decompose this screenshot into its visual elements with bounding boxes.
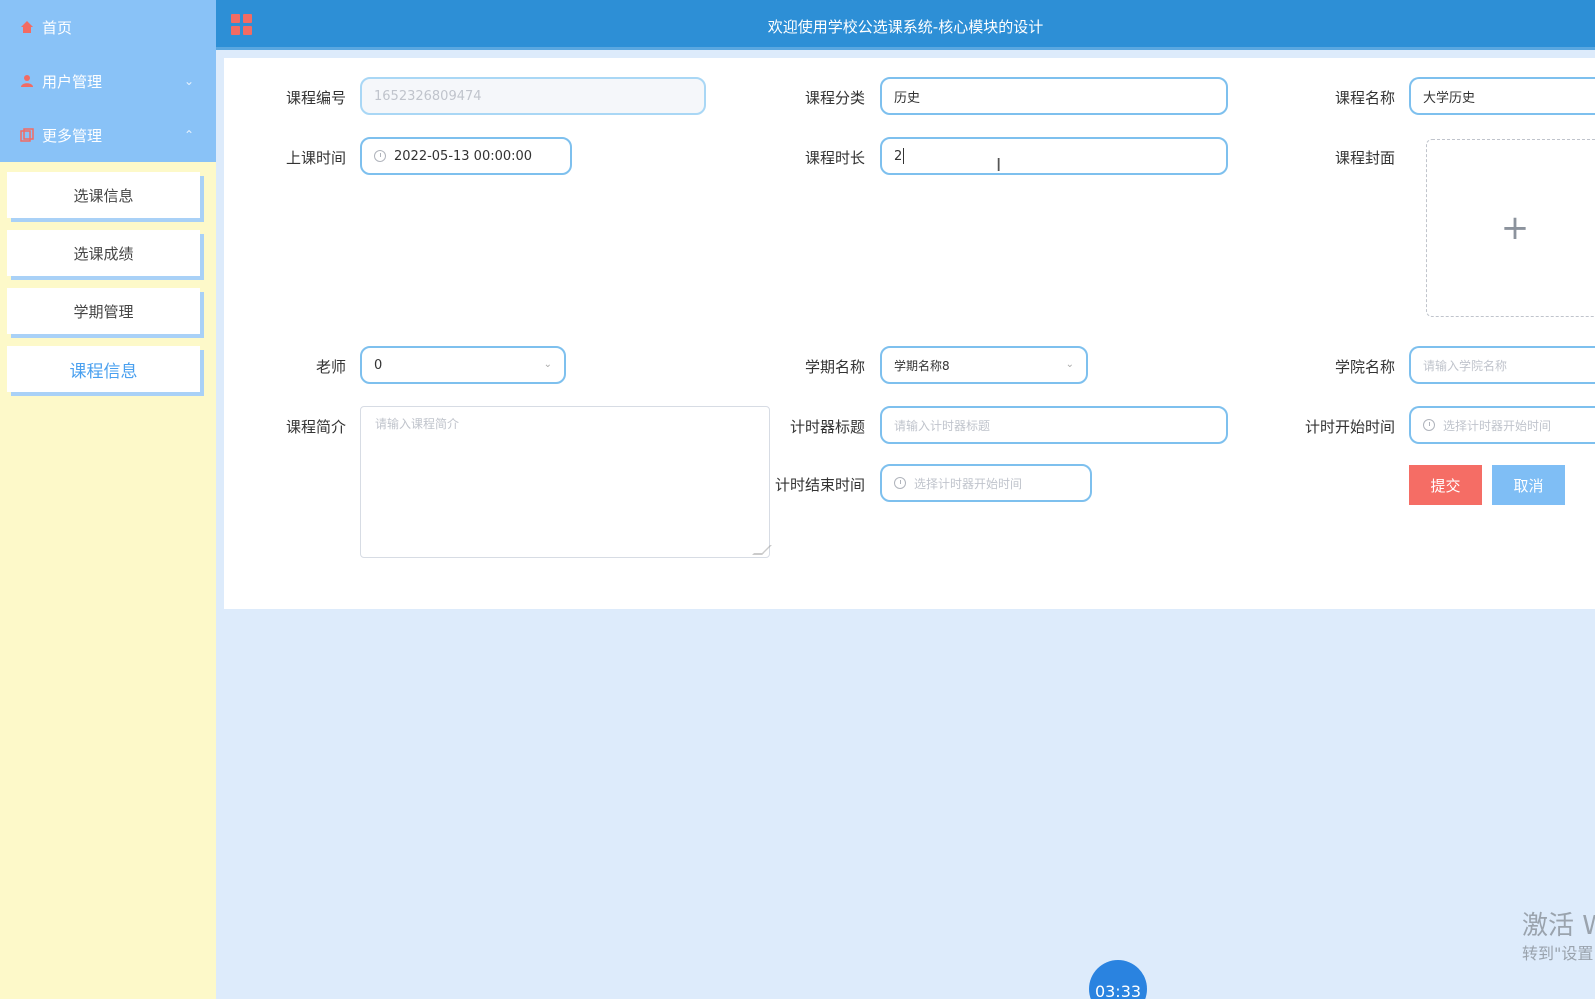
course-name-label: 课程名称: [1334, 89, 1395, 107]
teacher-select[interactable]: 0 ⌄: [360, 346, 566, 384]
submit-button[interactable]: 提交: [1409, 465, 1482, 505]
college-name-label: 学院名称: [1334, 358, 1395, 376]
course-cover-label: 课程封面: [1334, 149, 1395, 167]
semester-name-label: 学期名称: [804, 358, 865, 376]
college-name-field[interactable]: 请输入学院名称: [1409, 346, 1595, 384]
teacher-label: 老师: [315, 358, 346, 376]
windows-activation-watermark: 激活 W 转到"设置: [1522, 912, 1595, 962]
course-category-label: 课程分类: [804, 89, 865, 107]
timer-title-label: 计时器标题: [789, 418, 865, 436]
chevron-down-icon: ⌄: [1065, 359, 1074, 370]
course-no-label: 课程编号: [285, 89, 346, 107]
clock-icon: [894, 477, 906, 489]
timer-end-placeholder: 选择计时器开始时间: [914, 476, 1023, 491]
timer-start-placeholder: 选择计时器开始时间: [1443, 418, 1552, 433]
text-caret: [903, 148, 905, 164]
class-time-picker[interactable]: 2022-05-13 00:00:00: [360, 137, 572, 175]
course-category-value: 历史: [894, 90, 921, 106]
cancel-button[interactable]: 取消: [1492, 465, 1565, 505]
course-cover-upload[interactable]: +: [1426, 139, 1595, 317]
chevron-down-icon: ⌄: [183, 74, 194, 88]
class-time-label: 上课时间: [285, 149, 346, 167]
watermark-line-1: 激活 W: [1522, 911, 1595, 941]
sidebar: 首页 用户管理 ⌄ 更多管理 ⌃ 选课信息 选课成绩 学期管理 课程信息: [0, 0, 216, 999]
semester-name-value: 学期名称8: [894, 358, 950, 373]
course-intro-textarea[interactable]: 请输入课程简介: [360, 406, 772, 558]
more-icon: [20, 128, 34, 142]
plus-icon: +: [1500, 208, 1530, 248]
sidebar-item-home[interactable]: 首页: [0, 0, 216, 54]
submenu-item-course-info[interactable]: 课程信息: [7, 346, 200, 392]
clock-icon: [374, 150, 386, 162]
course-no-field: 1652326809474: [360, 77, 706, 115]
course-name-field[interactable]: 大学历史: [1409, 77, 1595, 115]
sidebar-menu: 首页 用户管理 ⌄ 更多管理 ⌃: [0, 0, 216, 162]
timer-start-label: 计时开始时间: [1304, 418, 1395, 436]
course-duration-label: 课程时长: [804, 149, 865, 167]
timer-title-placeholder: 请输入计时器标题: [894, 418, 991, 433]
sidebar-item-label: 用户管理: [42, 72, 103, 91]
chevron-up-icon: ⌃: [183, 128, 194, 142]
resize-handle-icon[interactable]: [752, 545, 772, 555]
submenu-item-course-grades[interactable]: 选课成绩: [7, 230, 200, 276]
submenu-item-course-selection[interactable]: 选课信息: [7, 172, 200, 218]
sidebar-item-label: 首页: [42, 18, 73, 37]
recording-timer: 03:33: [1089, 960, 1147, 999]
clock-icon: [1423, 419, 1435, 431]
course-duration-field[interactable]: 2: [880, 137, 1228, 175]
submenu: 选课信息 选课成绩 学期管理 课程信息: [0, 162, 216, 392]
submenu-item-semester-management[interactable]: 学期管理: [7, 288, 200, 334]
course-intro-label: 课程简介: [285, 418, 346, 436]
timer-title-field[interactable]: 请输入计时器标题: [880, 406, 1228, 444]
semester-name-select[interactable]: 学期名称8 ⌄: [880, 346, 1088, 384]
timer-end-picker[interactable]: 选择计时器开始时间: [880, 464, 1092, 502]
page-title: 欢迎使用学校公选课系统-核心模块的设计: [767, 18, 1044, 36]
top-header: 欢迎使用学校公选课系统-核心模块的设计: [216, 0, 1595, 50]
college-name-placeholder: 请输入学院名称: [1423, 358, 1508, 373]
watermark-line-2: 转到"设置: [1522, 943, 1594, 963]
course-duration-value: 2: [894, 148, 903, 164]
sidebar-item-user-management[interactable]: 用户管理 ⌄: [0, 54, 216, 108]
user-icon: [21, 75, 33, 87]
class-time-value: 2022-05-13 00:00:00: [394, 148, 533, 164]
sidebar-item-label: 更多管理: [42, 126, 103, 145]
teacher-value: 0: [374, 357, 383, 373]
course-name-value: 大学历史: [1423, 90, 1476, 106]
course-intro-placeholder: 请输入课程简介: [375, 417, 460, 431]
course-category-field[interactable]: 历史: [880, 77, 1228, 115]
chevron-down-icon: ⌄: [543, 359, 552, 370]
course-form: 课程编号 1652326809474 课程分类 历史 课程名称 大学历史 上课时…: [224, 58, 1595, 609]
course-no-value: 1652326809474: [374, 88, 482, 104]
text-cursor-icon: I: [996, 155, 1002, 176]
home-icon: [21, 21, 33, 33]
sidebar-item-more-management[interactable]: 更多管理 ⌃: [0, 108, 216, 162]
timer-start-picker[interactable]: 选择计时器开始时间: [1409, 406, 1595, 444]
timer-end-label: 计时结束时间: [774, 476, 865, 494]
